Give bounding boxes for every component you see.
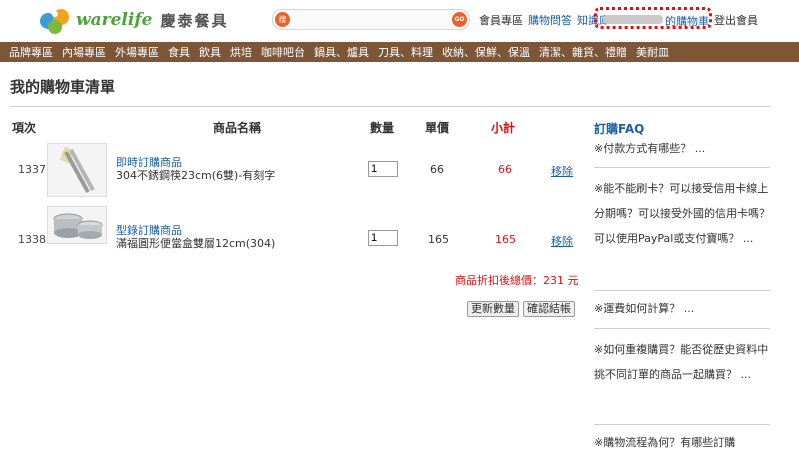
header-item-no: 項次 xyxy=(12,121,37,135)
nav-item-knives[interactable]: 刀具、料理 xyxy=(378,44,433,60)
row-1-subtotal: 66 xyxy=(498,163,512,176)
row-1-item-no: 1337 xyxy=(18,163,46,176)
faq-item-repeat-purchase[interactable]: ※如何重複購買？能否從歷史資料中挑不同訂單的商品一起購買？ ... xyxy=(594,337,770,387)
faq-item-payment[interactable]: ※付款方式有哪些？ ... xyxy=(594,136,770,161)
chopsticks-image-icon xyxy=(48,144,106,196)
search-icon: 搜 xyxy=(275,12,290,27)
logo-wordmark: warelife xyxy=(76,10,153,30)
search-input[interactable] xyxy=(293,11,447,28)
discounted-total: 商品折扣後總價：231 元 xyxy=(455,274,579,287)
faq-divider xyxy=(594,290,770,291)
logo-chinese-name: 慶泰餐具 xyxy=(160,11,229,30)
faq-divider xyxy=(594,328,770,329)
nav-item-cleaning[interactable]: 清潔、雜貨、禮贈 xyxy=(539,44,627,60)
row-2-subtotal: 165 xyxy=(495,233,516,246)
search-go-button[interactable]: GO xyxy=(452,12,467,27)
faq-item-credit-card[interactable]: ※能不能刷卡？可以接受信用卡線上分期嗎？可以接受外國的信用卡嗎？可以使用PayP… xyxy=(594,176,770,251)
update-quantity-button[interactable]: 更新數量 xyxy=(467,301,519,317)
nav-item-front[interactable]: 外場專區 xyxy=(115,44,159,60)
nav-item-coffee-bar[interactable]: 咖啡吧台 xyxy=(261,44,305,60)
title-divider xyxy=(10,106,770,107)
row-2-product: 型錄訂購商品 滿福圓形便當盒雙層12cm(304) xyxy=(116,224,275,250)
search-bar: 搜 GO xyxy=(272,9,470,30)
faq-divider xyxy=(594,167,770,168)
row-1-remove-link[interactable]: 移除 xyxy=(551,163,573,179)
nav-item-storage[interactable]: 收納、保鮮、保溫 xyxy=(442,44,530,60)
row-1-product: 即時訂購商品 304不銹鋼筷23cm(6雙)-有刻字 xyxy=(116,156,275,182)
shopping-faq-link[interactable]: 購物問答 xyxy=(528,14,572,27)
row-2-order-type-link[interactable]: 型錄訂購商品 xyxy=(116,224,275,237)
confirm-checkout-button[interactable]: 確認結帳 xyxy=(523,301,575,317)
my-cart-link[interactable]: 的購物車 xyxy=(665,13,709,29)
nav-item-kitchen[interactable]: 內場專區 xyxy=(62,44,106,60)
logo-mark-icon xyxy=(38,5,72,35)
header-quantity: 數量 xyxy=(370,121,395,135)
nav-item-pots[interactable]: 鍋具、爐具 xyxy=(314,44,369,60)
row-2-quantity-input[interactable] xyxy=(368,230,398,246)
row-1-product-name: 304不銹鋼筷23cm(6雙)-有刻字 xyxy=(116,169,276,182)
site-logo[interactable]: warelife 慶泰餐具 xyxy=(38,4,228,36)
nav-item-melamine[interactable]: 美耐皿 xyxy=(636,44,669,60)
row-2-remove-link[interactable]: 移除 xyxy=(551,233,573,249)
row-2-unit-price: 165 xyxy=(428,233,449,246)
header-unit-price: 單價 xyxy=(425,121,450,135)
row-1-unit-price: 66 xyxy=(430,163,444,176)
page-title: 我的購物車清單 xyxy=(10,78,116,96)
faq-item-shipping[interactable]: ※運費如何計算？ ... xyxy=(594,296,770,321)
user-cart-highlight[interactable]: 的購物車 xyxy=(594,7,712,29)
nav-item-brand[interactable]: 品牌專區 xyxy=(9,44,53,60)
header-subtotal: 小計 xyxy=(491,121,516,135)
faq-divider xyxy=(594,424,770,425)
row-1-order-type-link[interactable]: 即時訂購商品 xyxy=(116,156,275,169)
category-nav: 品牌專區 內場專區 外場專區 食具 飲具 烘培 咖啡吧台 鍋具、爐具 刀具、料理… xyxy=(0,42,799,62)
faq-item-process[interactable]: ※購物流程為何？有哪些訂購 xyxy=(594,430,770,455)
row-1-quantity-input[interactable] xyxy=(368,161,398,177)
header-product-name: 商品名稱 xyxy=(213,121,262,135)
row-2-product-name: 滿福圓形便當盒雙層12cm(304) xyxy=(116,237,276,250)
top-bar: warelife 慶泰餐具 搜 GO 會員專區 購物問答 知識庫 的購物車 登出會員 xyxy=(0,0,799,40)
nav-item-drinkware[interactable]: 飲具 xyxy=(199,44,221,60)
row-2-item-no: 1338 xyxy=(18,233,46,246)
product-thumbnail-lunchbox[interactable] xyxy=(47,206,107,244)
member-area-link[interactable]: 會員專區 xyxy=(479,14,523,27)
product-thumbnail-chopsticks[interactable] xyxy=(47,143,107,197)
nav-item-tableware[interactable]: 食具 xyxy=(168,44,190,60)
redacted-username xyxy=(603,15,663,24)
logout-link[interactable]: 登出會員 xyxy=(714,12,758,28)
nav-item-baking[interactable]: 烘培 xyxy=(230,44,252,60)
faq-title: 訂購FAQ xyxy=(594,122,645,136)
lunchbox-image-icon xyxy=(48,207,106,243)
